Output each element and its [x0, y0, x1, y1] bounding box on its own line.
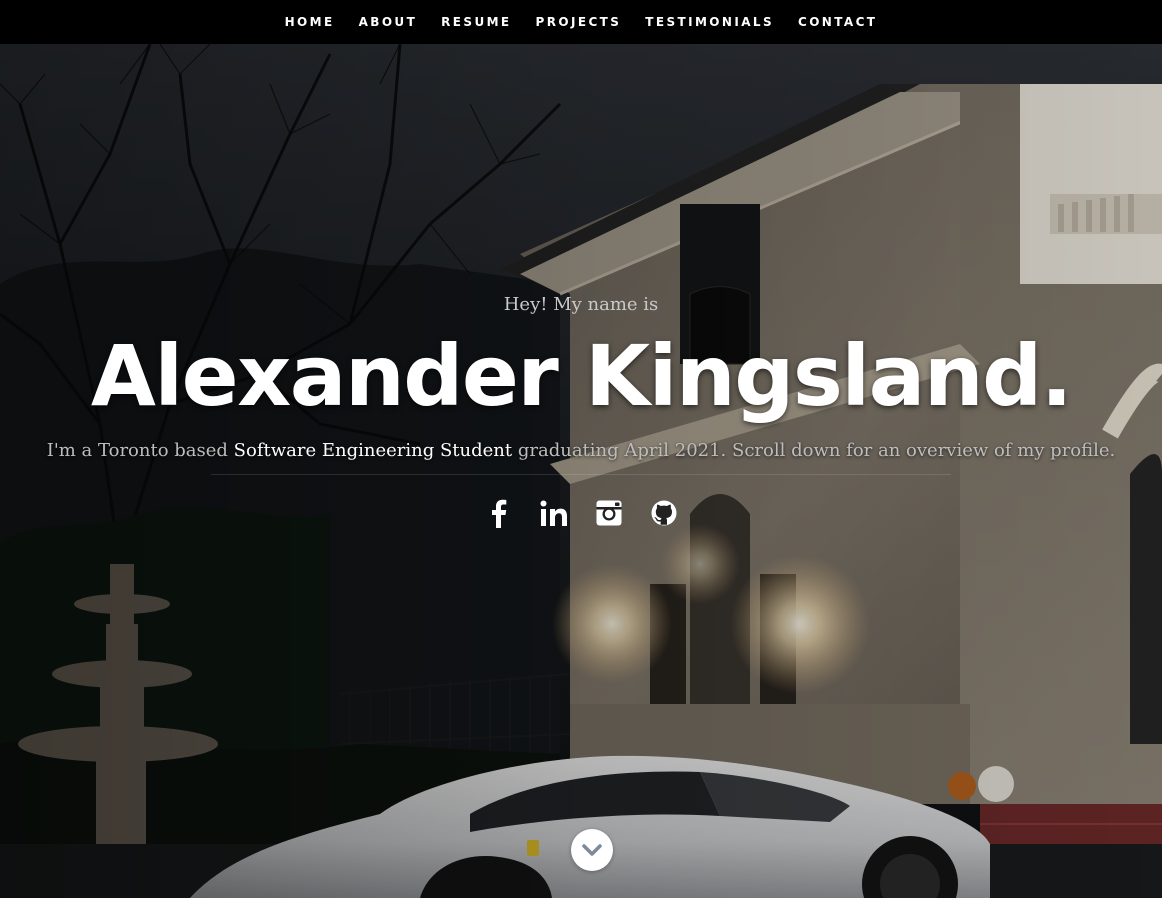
nav-testimonials[interactable]: TESTIMONIALS [645, 15, 774, 29]
main-nav: HOME ABOUT RESUME PROJECTS TESTIMONIALS … [0, 0, 1162, 44]
linkedin-icon[interactable] [540, 497, 568, 529]
nav-about[interactable]: ABOUT [359, 15, 418, 29]
hero-section: Hey! My name is Alexander Kingsland. I'm… [0, 44, 1162, 898]
hero-intro-prefix: I'm a Toronto based [46, 440, 234, 461]
nav-resume[interactable]: RESUME [441, 15, 511, 29]
hero-divider [211, 474, 951, 475]
hero-name: Alexander Kingsland. [90, 327, 1073, 425]
github-icon[interactable] [650, 497, 678, 529]
hero-intro-suffix: graduating April 2021. Scroll down for a… [512, 440, 1116, 461]
hero-content: Hey! My name is Alexander Kingsland. I'm… [0, 294, 1162, 529]
nav-projects[interactable]: PROJECTS [536, 15, 622, 29]
social-links [0, 497, 1162, 529]
nav-home[interactable]: HOME [285, 15, 335, 29]
hero-intro: I'm a Toronto based Software Engineering… [0, 440, 1162, 461]
chevron-down-icon [582, 844, 602, 856]
nav-contact[interactable]: CONTACT [798, 15, 877, 29]
facebook-icon[interactable] [485, 497, 513, 529]
hero-greeting: Hey! My name is [503, 294, 659, 315]
instagram-icon[interactable] [595, 497, 623, 529]
scroll-down-button[interactable] [571, 829, 613, 871]
hero-intro-highlight: Software Engineering Student [233, 440, 513, 461]
